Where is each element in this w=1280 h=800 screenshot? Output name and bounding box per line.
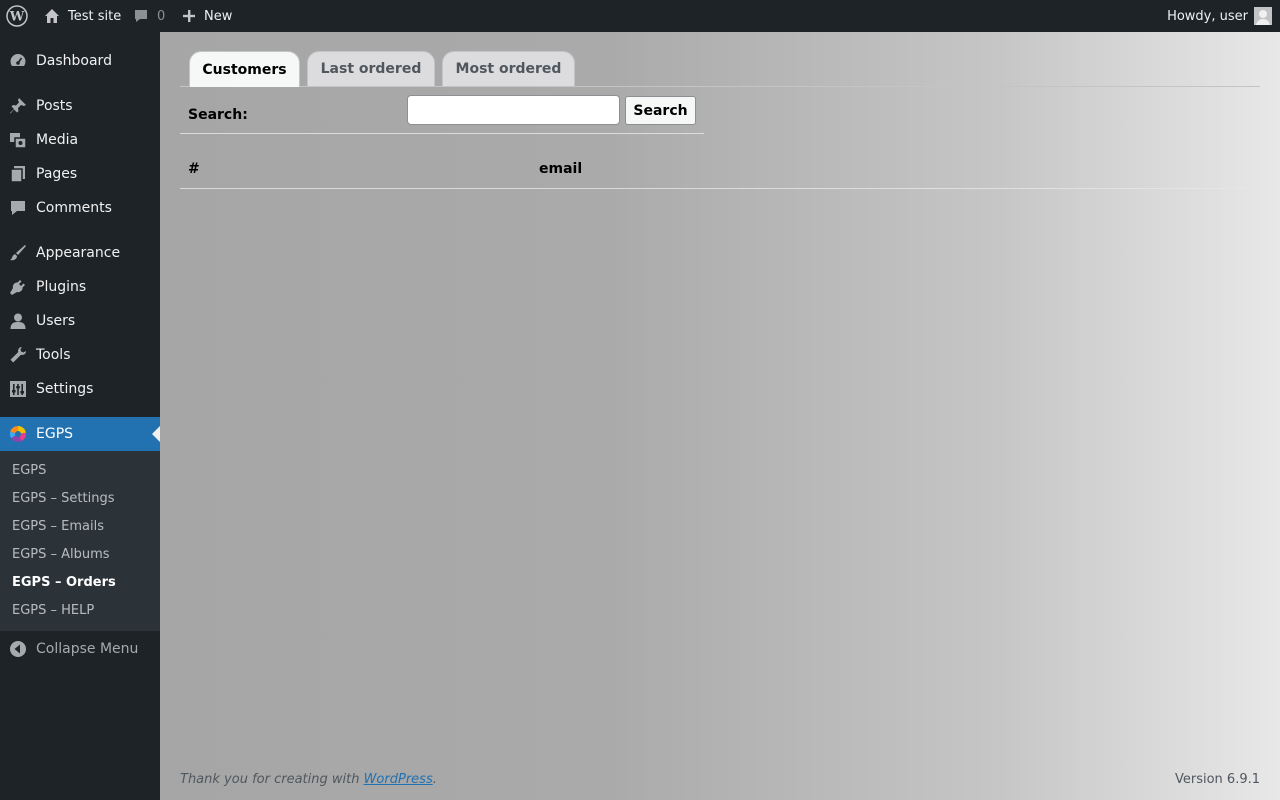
admin-bar: W Test site 0 New Howdy, user (0, 0, 1280, 32)
column-header-email: email (539, 161, 583, 177)
collapse-label: Collapse Menu (36, 641, 139, 657)
footer-thanks-text: Thank you for creating with (180, 772, 364, 787)
submenu-item-egps[interactable]: EGPS (12, 463, 46, 478)
search-label: Search: (188, 107, 248, 123)
main-content: Customers Last ordered Most ordered Sear… (160, 32, 1280, 800)
menu-label: Media (36, 132, 79, 148)
user-icon (9, 312, 27, 330)
wordpress-logo-icon[interactable]: W (6, 0, 28, 32)
menu-item-media[interactable]: Media (0, 123, 160, 157)
footer-version: Version 6.9.1 (1174, 772, 1260, 787)
search-row-divider (398, 133, 704, 134)
table-header-divider (180, 188, 1260, 189)
column-header-number: # (188, 161, 200, 177)
collapse-menu-button[interactable]: Collapse Menu (0, 632, 160, 666)
new-label: New (204, 8, 233, 24)
menu-label: Plugins (36, 279, 87, 295)
plus-icon (182, 9, 196, 23)
pages-icon (9, 165, 27, 183)
current-menu-arrow (152, 426, 160, 442)
footer-thanks-suffix: . (432, 772, 437, 787)
egps-submenu: EGPS EGPS – Settings EGPS – Emails EGPS … (0, 451, 160, 631)
menu-item-appearance[interactable]: Appearance (0, 236, 160, 270)
menu-label: Users (36, 313, 76, 329)
submenu-item-help[interactable]: EGPS – HELP (12, 603, 94, 618)
my-account-link[interactable]: Howdy, user (1167, 0, 1272, 32)
site-name-link[interactable]: Test site (44, 0, 121, 32)
menu-label: Tools (36, 347, 71, 363)
comments-count: 0 (157, 8, 166, 24)
submenu-item-albums[interactable]: EGPS – Albums (12, 547, 110, 562)
avatar (1254, 7, 1272, 25)
tab-last-ordered[interactable]: Last ordered (307, 51, 435, 86)
menu-item-plugins[interactable]: Plugins (0, 270, 160, 304)
menu-item-users[interactable]: Users (0, 304, 160, 338)
tab-most-ordered[interactable]: Most ordered (442, 51, 575, 86)
wordpress-link[interactable]: WordPress (364, 772, 433, 787)
comments-link[interactable]: 0 (133, 0, 165, 32)
comment-icon (9, 199, 27, 217)
site-name: Test site (68, 8, 122, 24)
menu-item-tools[interactable]: Tools (0, 338, 160, 372)
collapse-arrow-icon (9, 640, 27, 658)
submenu-item-settings[interactable]: EGPS – Settings (12, 491, 114, 506)
svg-text:W: W (9, 10, 25, 25)
menu-label: Appearance (36, 245, 121, 261)
menu-label: Posts (36, 98, 73, 114)
menu-label: Pages (36, 166, 78, 182)
menu-item-pages[interactable]: Pages (0, 157, 160, 191)
egps-logo-icon (9, 425, 27, 443)
menu-label: EGPS (36, 426, 74, 442)
howdy-text: Howdy, user (1167, 8, 1248, 24)
pin-icon (9, 97, 27, 115)
footer-thanks: Thank you for creating with WordPress. (180, 772, 437, 787)
submenu-item-emails[interactable]: EGPS – Emails (12, 519, 104, 534)
media-icon (9, 131, 27, 149)
comment-icon (133, 8, 149, 24)
wrench-icon (9, 346, 27, 364)
home-icon (44, 8, 60, 24)
new-content-link[interactable]: New (182, 0, 232, 32)
tabs-divider (180, 86, 1260, 87)
menu-item-egps[interactable]: EGPS (0, 417, 160, 451)
search-button[interactable]: Search (625, 96, 696, 125)
submenu-item-orders[interactable]: EGPS – Orders (12, 575, 116, 590)
plug-icon (9, 278, 27, 296)
brush-icon (9, 244, 27, 262)
admin-menu: Dashboard Posts Media Pages Comments App… (0, 32, 160, 800)
menu-item-comments[interactable]: Comments (0, 191, 160, 225)
tab-customers[interactable]: Customers (189, 51, 300, 87)
menu-label: Settings (36, 381, 94, 397)
menu-item-posts[interactable]: Posts (0, 89, 160, 123)
search-input[interactable] (407, 95, 620, 125)
dashboard-icon (9, 52, 27, 70)
menu-label: Dashboard (36, 53, 112, 69)
menu-label: Comments (36, 200, 112, 216)
menu-item-settings[interactable]: Settings (0, 372, 160, 406)
menu-item-dashboard[interactable]: Dashboard (0, 44, 160, 78)
sliders-icon (9, 380, 27, 398)
search-row-divider (180, 133, 398, 134)
